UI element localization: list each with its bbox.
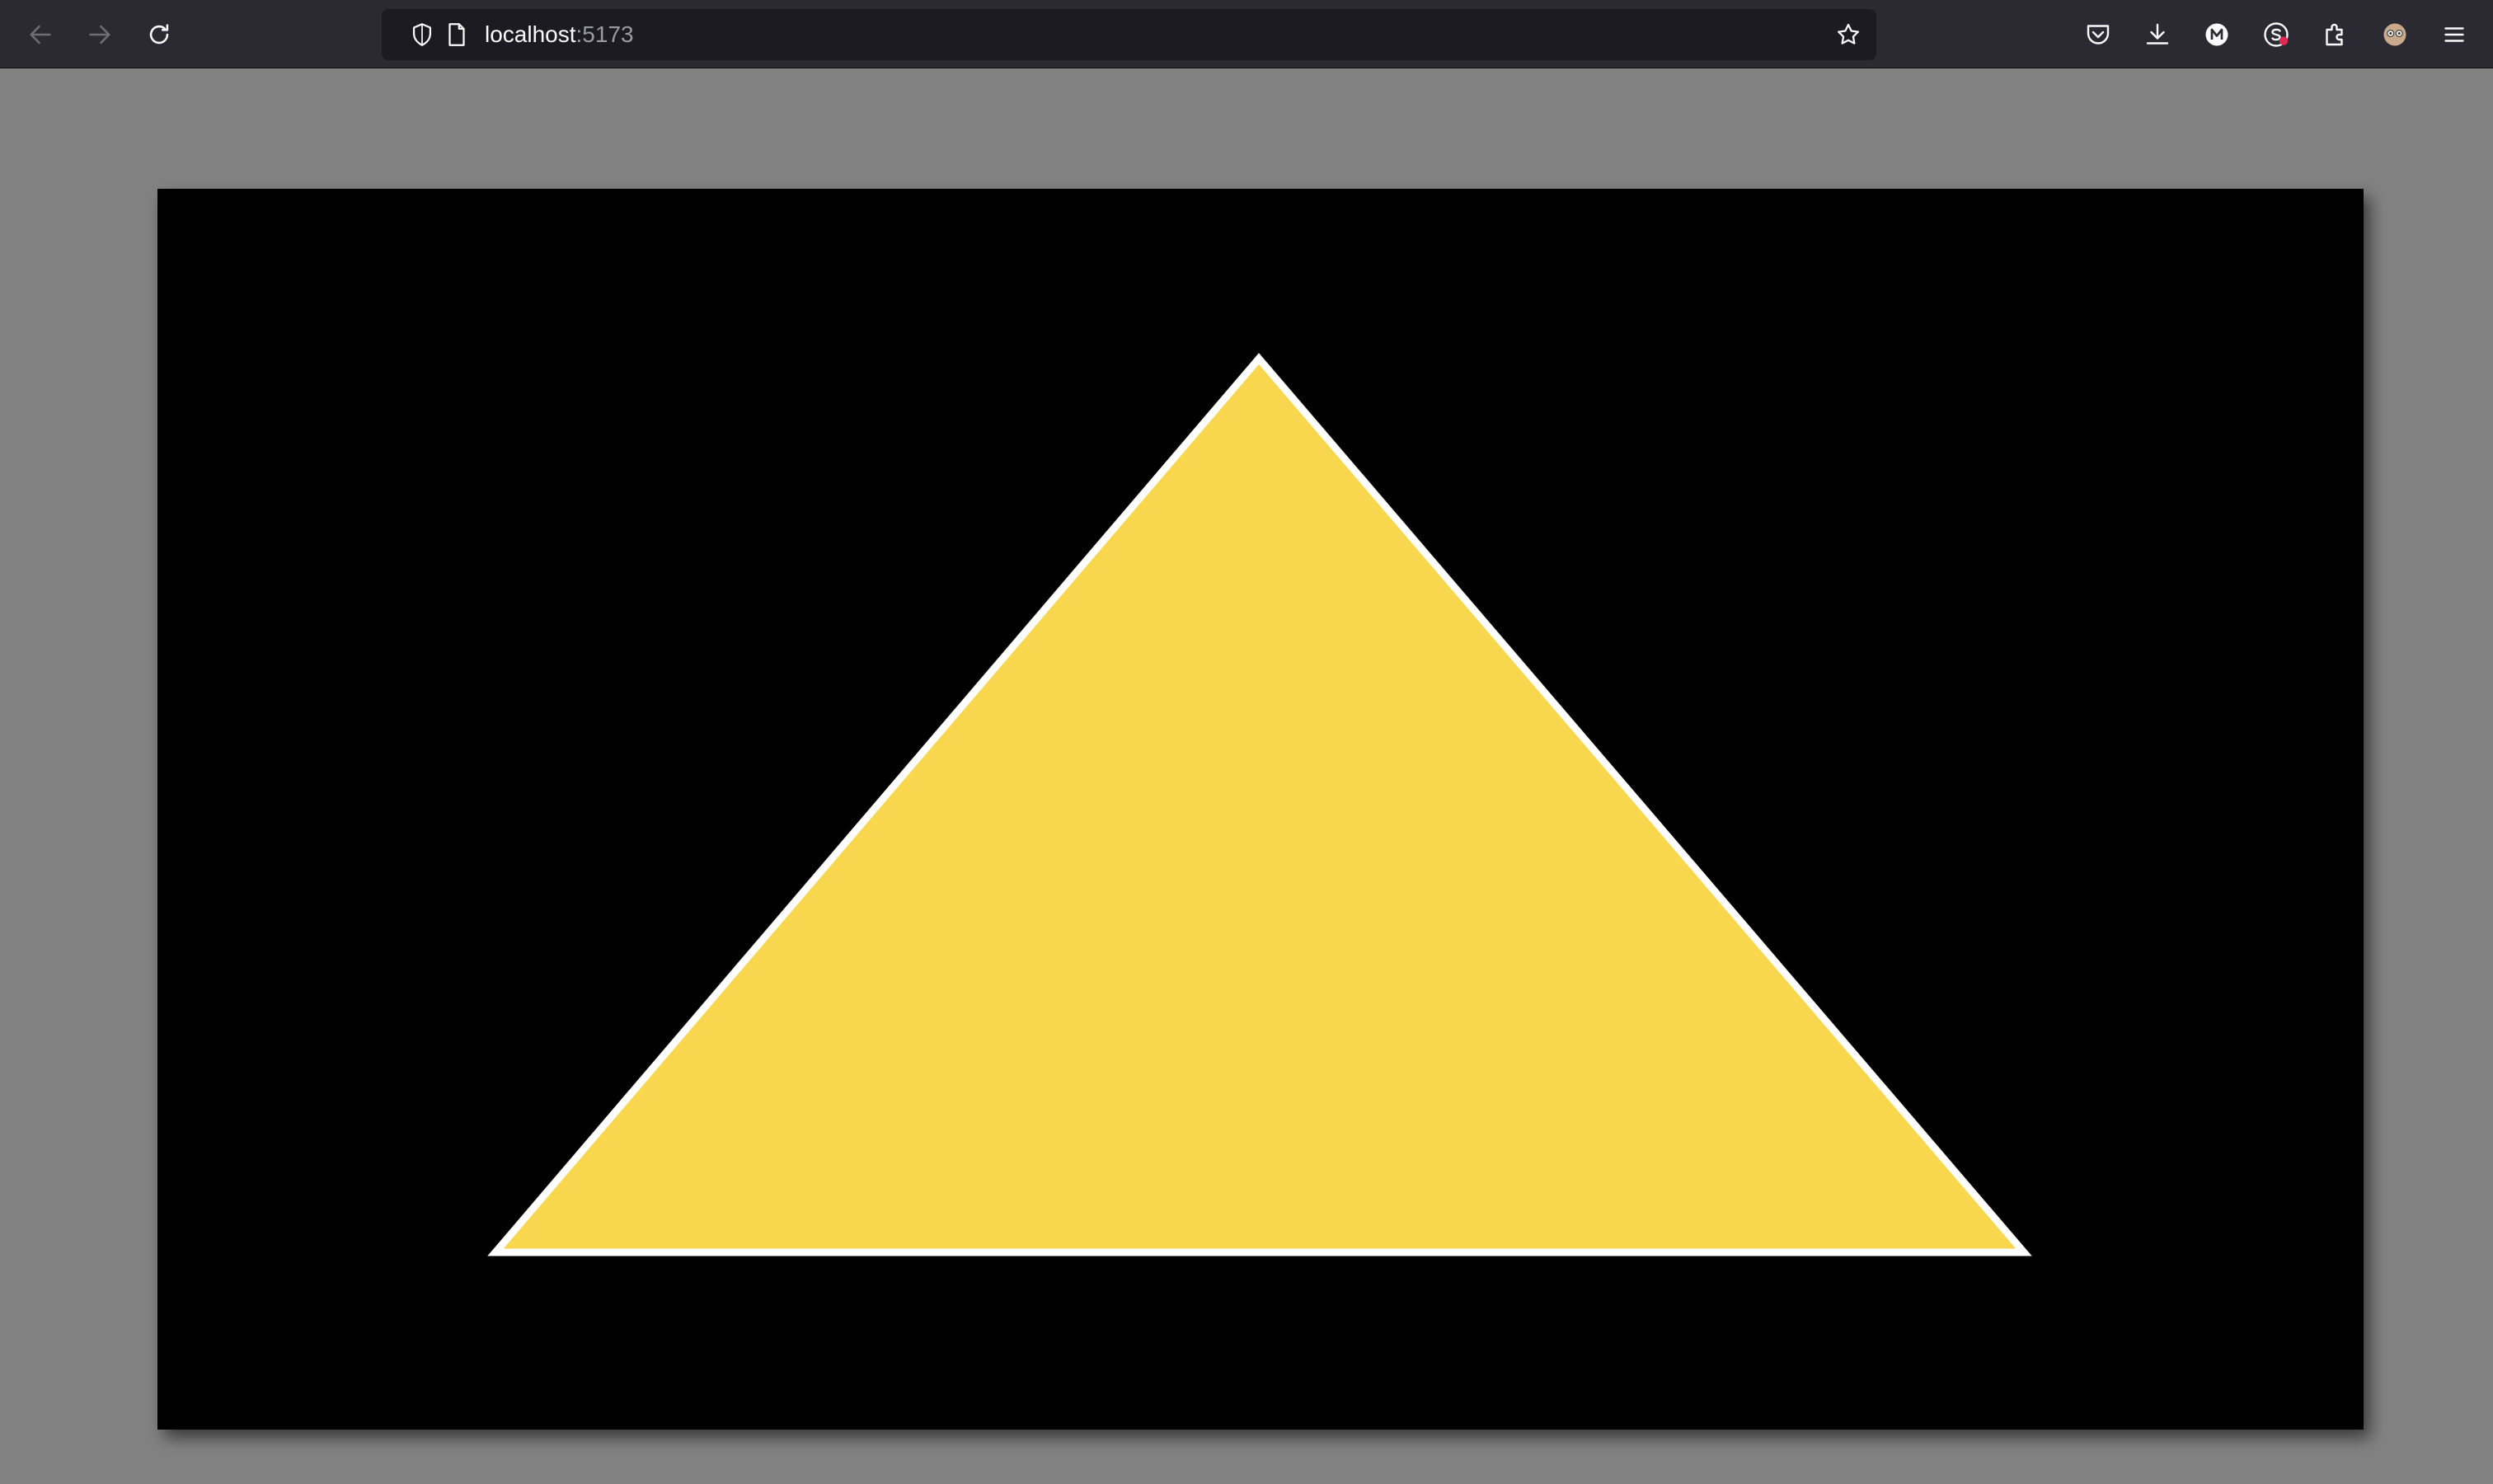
menu-button[interactable] — [2434, 14, 2475, 55]
extension-s-button[interactable] — [2256, 14, 2297, 55]
back-button[interactable] — [20, 14, 61, 55]
account-button[interactable] — [2374, 14, 2416, 55]
extension-m-button[interactable] — [2196, 14, 2237, 55]
pocket-icon — [2087, 25, 2110, 45]
canvas-scene — [157, 189, 2364, 1430]
url-port: :5173 — [575, 21, 634, 47]
extensions-button[interactable] — [2315, 14, 2356, 55]
downloads-button[interactable] — [2137, 14, 2178, 55]
extensions-puzzle-icon — [2326, 23, 2343, 46]
pocket-button[interactable] — [2078, 14, 2119, 55]
extension-s-icon — [2264, 22, 2289, 47]
account-avatar-icon — [2383, 23, 2406, 46]
page-viewport — [0, 68, 2493, 1484]
page-icon[interactable] — [443, 21, 471, 49]
url-text[interactable]: localhost:5173 — [485, 9, 634, 60]
reload-button[interactable] — [138, 14, 180, 55]
forward-icon — [89, 25, 110, 45]
bookmark-star-icon[interactable] — [1834, 21, 1862, 49]
url-bar[interactable]: localhost:5173 — [382, 9, 1876, 60]
back-icon — [30, 25, 51, 45]
extension-m-icon — [2205, 23, 2228, 46]
shield-icon[interactable] — [408, 21, 436, 49]
render-canvas[interactable] — [157, 189, 2364, 1430]
forward-button[interactable] — [79, 14, 120, 55]
menu-icon — [2444, 27, 2464, 42]
reload-icon — [149, 24, 169, 45]
url-host: localhost — [485, 21, 576, 47]
browser-toolbar: localhost:5173 — [0, 0, 2493, 68]
download-icon — [2146, 23, 2169, 45]
